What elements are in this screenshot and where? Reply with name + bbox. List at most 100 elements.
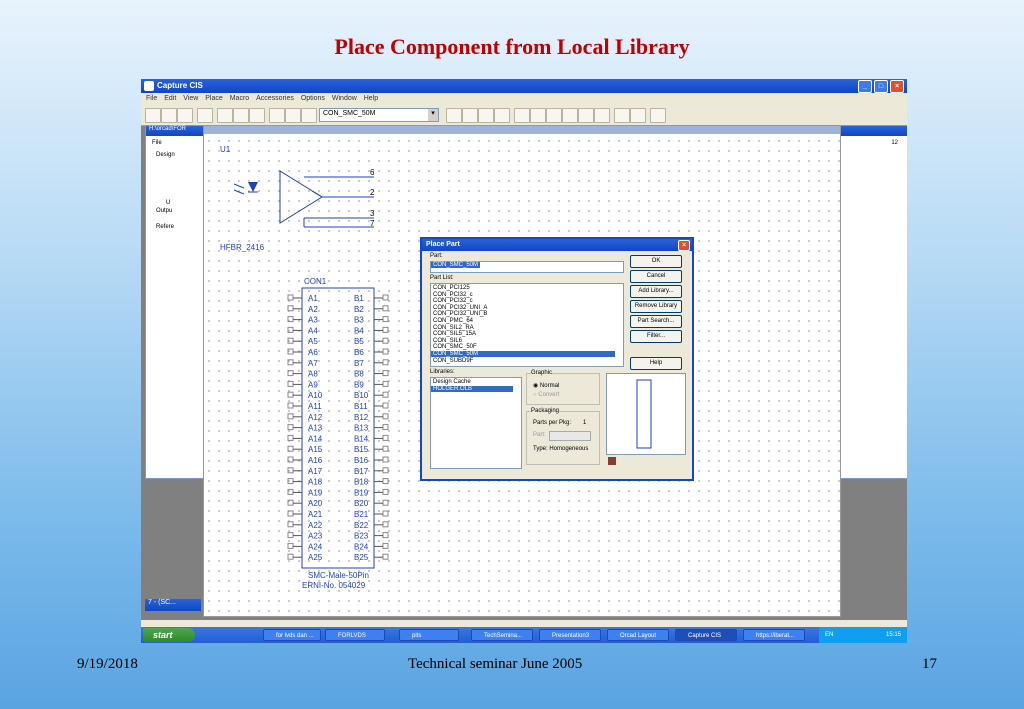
part-search-button[interactable]: Part Search... (630, 315, 682, 328)
annotate-icon[interactable] (514, 108, 530, 123)
back-annotate-icon[interactable] (530, 108, 546, 123)
pin-end-icon (382, 521, 389, 528)
part-list-item[interactable]: CON_SIL5_15A (433, 331, 476, 337)
part-list-item[interactable]: CON_PMC_64 (433, 318, 473, 324)
part-list-item[interactable]: CON_SMC_50F (433, 344, 477, 350)
light-arrow-icon (233, 183, 245, 189)
con1-pin-b: B14 (354, 434, 369, 443)
tree-item-library[interactable]: U (166, 200, 170, 206)
dropdown-icon[interactable] (301, 108, 317, 123)
pin-end-icon (382, 488, 389, 495)
close-button[interactable]: × (890, 80, 904, 93)
minimized-window[interactable]: 7 - (SC... (145, 599, 201, 611)
menu-window[interactable]: Window (332, 95, 357, 102)
save-icon[interactable] (177, 108, 193, 123)
menu-macro[interactable]: Macro (230, 95, 249, 102)
task-button[interactable]: Presentation3 (539, 629, 601, 641)
convert-radio[interactable]: ○ Convert (533, 392, 559, 398)
library-list-item[interactable]: Design Cache (433, 379, 471, 385)
task-button[interactable]: https://iberat... (743, 629, 805, 641)
project-file-tab[interactable]: File (152, 140, 162, 146)
con1-pin-b: B24 (354, 542, 369, 551)
part-list-item[interactable]: CON_SMC_50M (431, 351, 615, 357)
preview-toggle-icon[interactable] (608, 457, 616, 465)
task-button[interactable]: for lvds dan ... (263, 629, 321, 641)
ercs-icon[interactable] (630, 108, 646, 123)
tree-referenced[interactable]: Refere (156, 224, 174, 230)
ok-button[interactable]: OK (630, 255, 682, 268)
drc-icon[interactable] (546, 108, 562, 123)
new-icon[interactable] (145, 108, 161, 123)
minimize-button[interactable]: _ (858, 80, 872, 93)
task-button[interactable]: FORLVDS (325, 629, 385, 641)
libraries-list[interactable]: Design Cache HOLGER.OLB (430, 377, 522, 469)
menu-accessories[interactable]: Accessories (256, 95, 294, 102)
con1-label-type: SMC-Male-50Pin (308, 571, 369, 580)
help-button[interactable]: Help (630, 357, 682, 370)
tree-outputs[interactable]: Outpu (156, 208, 172, 214)
part-list[interactable]: CON_PCI125 CON_PCI32_c CON_PCI32_c CON_PCI3… (430, 283, 624, 367)
u1-output-line (311, 190, 323, 198)
help-icon[interactable] (650, 108, 666, 123)
start-button[interactable]: start (143, 628, 195, 642)
task-button[interactable]: pits (399, 629, 459, 641)
menu-edit[interactable]: Edit (164, 95, 176, 102)
copy-icon[interactable] (233, 108, 249, 123)
task-button[interactable]: TechSemina... (471, 629, 533, 641)
dialog-close-icon[interactable]: × (678, 240, 690, 251)
part-list-item[interactable]: CON_SIL2_RA (433, 325, 474, 331)
task-button[interactable]: Orcad Layout (607, 629, 669, 641)
menu-options[interactable]: Options (301, 95, 325, 102)
crossref-icon[interactable] (578, 108, 594, 123)
con1-pin-a: A14 (308, 434, 323, 443)
add-library-button[interactable]: Add Library... (630, 285, 682, 298)
con1-pin-a: A8 (308, 370, 318, 379)
part-list-item[interactable]: CON_PCI32_c (433, 292, 473, 298)
pin-end-icon (287, 413, 294, 420)
con1-pin-a: A25 (308, 553, 323, 562)
language-indicator[interactable]: EN (825, 632, 833, 638)
part-list-item[interactable]: CON_SIL6 (433, 338, 462, 344)
zoom-in-icon[interactable] (446, 108, 462, 123)
task-button-active[interactable]: Capture CIS (675, 629, 737, 641)
zoom-out-icon[interactable] (462, 108, 478, 123)
part-input[interactable]: CON_SMC_50M (430, 261, 624, 273)
pkg-part-select[interactable] (549, 431, 591, 441)
pin-end-icon (287, 424, 294, 431)
zoom-area-icon[interactable] (478, 108, 494, 123)
bom-icon[interactable] (594, 108, 610, 123)
part-list-item[interactable]: CON_PCI32_UNI_A (433, 305, 487, 311)
part-list-item[interactable]: CON_PCI32_UNI_B (433, 311, 487, 317)
part-list-item[interactable]: CON_PCI32_c (433, 298, 473, 304)
menu-file[interactable]: File (146, 95, 157, 102)
menu-help[interactable]: Help (364, 95, 378, 102)
undo-icon[interactable] (269, 108, 285, 123)
netlist-icon[interactable] (562, 108, 578, 123)
cut-icon[interactable] (217, 108, 233, 123)
project-manager-icon[interactable] (614, 108, 630, 123)
menu-place[interactable]: Place (205, 95, 223, 102)
maximize-button[interactable]: □ (874, 80, 888, 93)
part-list-item[interactable]: CON_SUBD9F (433, 358, 473, 364)
remove-library-button[interactable]: Remove Library (630, 300, 682, 313)
paste-icon[interactable] (249, 108, 265, 123)
cancel-button[interactable]: Cancel (630, 270, 682, 283)
zoom-all-icon[interactable] (494, 108, 510, 123)
filter-button[interactable]: Filter... (630, 330, 682, 343)
library-list-item[interactable]: HOLGER.OLB (431, 386, 513, 392)
con1-pin-b: B11 (354, 402, 368, 411)
con1-pin-a: A2 (308, 305, 318, 314)
open-icon[interactable] (161, 108, 177, 123)
tree-design[interactable]: Design (156, 152, 175, 158)
pin-end-icon (287, 532, 294, 539)
part-list-item[interactable]: CON_PCI125 (433, 285, 470, 291)
con1-pin-b: B20 (354, 499, 369, 508)
chevron-down-icon[interactable]: ▾ (428, 109, 438, 121)
normal-radio[interactable]: ◉ Normal (533, 382, 559, 389)
pin-end-icon (287, 359, 294, 366)
pin-end-icon (287, 305, 294, 312)
part-combo[interactable]: CON_SMC_50M ▾ (319, 108, 439, 122)
menu-view[interactable]: View (183, 95, 198, 102)
redo-icon[interactable] (285, 108, 301, 123)
print-icon[interactable] (197, 108, 213, 123)
